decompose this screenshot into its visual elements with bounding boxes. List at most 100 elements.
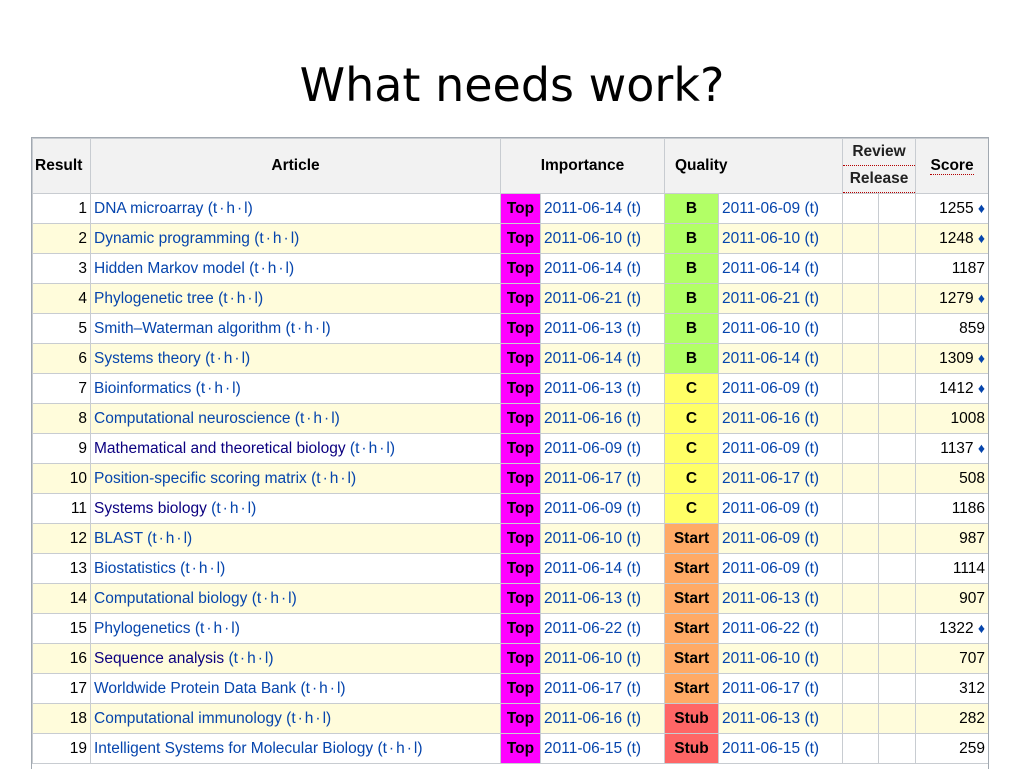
article-link[interactable]: Sequence analysis	[94, 650, 224, 667]
talk-link[interactable]: t	[259, 230, 263, 247]
importance-date-link[interactable]: 2011-06-16	[544, 410, 622, 427]
quality-date-link[interactable]: 2011-06-10	[722, 650, 800, 667]
talk-link[interactable]: t	[210, 350, 214, 367]
history-link[interactable]: h	[369, 440, 378, 457]
history-link[interactable]: h	[305, 710, 314, 727]
importance-date-link[interactable]: 2011-06-09	[544, 440, 622, 457]
quality-date-link[interactable]: 2011-06-16	[722, 410, 800, 427]
log-link[interactable]: l	[232, 380, 235, 397]
article-link[interactable]: Phylogenetics	[94, 620, 191, 637]
history-link[interactable]: h	[247, 650, 256, 667]
importance-talk-link[interactable]: (t)	[626, 680, 641, 697]
header-result[interactable]: Result	[32, 138, 91, 194]
quality-talk-link[interactable]: (t)	[804, 230, 819, 247]
importance-talk-link[interactable]: (t)	[626, 740, 641, 757]
diamond-icon[interactable]: ♦	[978, 440, 985, 456]
talk-link[interactable]: t	[201, 380, 205, 397]
log-link[interactable]: l	[348, 470, 351, 487]
quality-talk-link[interactable]: (t)	[804, 710, 819, 727]
log-link[interactable]: l	[231, 620, 234, 637]
diamond-icon[interactable]: ♦	[978, 380, 985, 396]
diamond-icon[interactable]: ♦	[978, 230, 985, 246]
diamond-icon[interactable]: ♦	[978, 350, 985, 366]
quality-talk-link[interactable]: (t)	[804, 290, 819, 307]
quality-date-link[interactable]: 2011-06-14	[722, 350, 800, 367]
importance-talk-link[interactable]: (t)	[626, 380, 641, 397]
history-link[interactable]: h	[304, 320, 313, 337]
quality-talk-link[interactable]: (t)	[804, 680, 819, 697]
importance-date-link[interactable]: 2011-06-13	[544, 380, 622, 397]
importance-date-link[interactable]: 2011-06-13	[544, 590, 622, 607]
quality-date-link[interactable]: 2011-06-09	[722, 530, 800, 547]
header-importance[interactable]: Importance	[500, 138, 665, 194]
importance-talk-link[interactable]: (t)	[626, 560, 641, 577]
history-link[interactable]: h	[224, 350, 233, 367]
talk-link[interactable]: t	[383, 740, 387, 757]
quality-date-link[interactable]: 2011-06-17	[722, 680, 800, 697]
log-link[interactable]: l	[322, 320, 325, 337]
importance-date-link[interactable]: 2011-06-10	[544, 530, 622, 547]
quality-date-link[interactable]: 2011-06-22	[722, 620, 800, 637]
importance-talk-link[interactable]: (t)	[626, 200, 641, 217]
article-link[interactable]: Bioinformatics	[94, 380, 191, 397]
article-link[interactable]: Computational neuroscience	[94, 410, 290, 427]
article-link[interactable]: Position-specific scoring matrix	[94, 470, 307, 487]
quality-talk-link[interactable]: (t)	[804, 620, 819, 637]
diamond-icon[interactable]: ♦	[978, 290, 985, 306]
importance-date-link[interactable]: 2011-06-17	[544, 680, 622, 697]
log-link[interactable]: l	[244, 200, 247, 217]
header-release-link[interactable]: Release	[843, 166, 915, 193]
quality-date-link[interactable]: 2011-06-21	[722, 290, 800, 307]
talk-link[interactable]: t	[223, 290, 227, 307]
quality-talk-link[interactable]: (t)	[804, 440, 819, 457]
history-link[interactable]: h	[273, 230, 282, 247]
history-link[interactable]: h	[396, 740, 405, 757]
talk-link[interactable]: t	[152, 530, 156, 547]
article-link[interactable]: Systems theory	[94, 350, 201, 367]
article-link[interactable]: Systems biology	[94, 500, 207, 517]
log-link[interactable]: l	[248, 500, 251, 517]
quality-talk-link[interactable]: (t)	[804, 350, 819, 367]
talk-link[interactable]: t	[291, 710, 295, 727]
importance-date-link[interactable]: 2011-06-16	[544, 710, 622, 727]
header-score[interactable]: Score	[915, 138, 988, 194]
header-article[interactable]: Article	[90, 138, 501, 194]
quality-date-link[interactable]: 2011-06-13	[722, 590, 800, 607]
log-link[interactable]: l	[217, 560, 220, 577]
header-review-link[interactable]: Review	[843, 140, 915, 166]
quality-talk-link[interactable]: (t)	[804, 380, 819, 397]
article-link[interactable]: Smith–Waterman algorithm	[94, 320, 281, 337]
quality-date-link[interactable]: 2011-06-09	[722, 440, 800, 457]
quality-date-link[interactable]: 2011-06-09	[722, 380, 800, 397]
article-link[interactable]: Computational immunology	[94, 710, 282, 727]
talk-link[interactable]: t	[234, 650, 238, 667]
importance-talk-link[interactable]: (t)	[626, 290, 641, 307]
talk-link[interactable]: t	[257, 590, 261, 607]
log-link[interactable]: l	[265, 650, 268, 667]
article-link[interactable]: Phylogenetic tree	[94, 290, 214, 307]
importance-talk-link[interactable]: (t)	[626, 320, 641, 337]
article-link[interactable]: Intelligent Systems for Molecular Biolog…	[94, 740, 373, 757]
talk-link[interactable]: t	[316, 470, 320, 487]
history-link[interactable]: h	[270, 590, 279, 607]
diamond-icon[interactable]: ♦	[978, 200, 985, 216]
history-link[interactable]: h	[199, 560, 208, 577]
importance-talk-link[interactable]: (t)	[626, 410, 641, 427]
importance-talk-link[interactable]: (t)	[626, 260, 641, 277]
article-link[interactable]: Mathematical and theoretical biology	[94, 440, 346, 457]
importance-date-link[interactable]: 2011-06-14	[544, 200, 622, 217]
importance-talk-link[interactable]: (t)	[626, 650, 641, 667]
diamond-icon[interactable]: ♦	[978, 620, 985, 636]
quality-talk-link[interactable]: (t)	[804, 650, 819, 667]
quality-date-link[interactable]: 2011-06-09	[722, 500, 800, 517]
history-link[interactable]: h	[313, 410, 322, 427]
importance-talk-link[interactable]: (t)	[626, 350, 641, 367]
importance-talk-link[interactable]: (t)	[626, 710, 641, 727]
quality-talk-link[interactable]: (t)	[804, 200, 819, 217]
article-link[interactable]: Hidden Markov model	[94, 260, 245, 277]
quality-talk-link[interactable]: (t)	[804, 470, 819, 487]
quality-talk-link[interactable]: (t)	[804, 530, 819, 547]
log-link[interactable]: l	[386, 440, 389, 457]
article-link[interactable]: Computational biology	[94, 590, 247, 607]
talk-link[interactable]: t	[306, 680, 310, 697]
